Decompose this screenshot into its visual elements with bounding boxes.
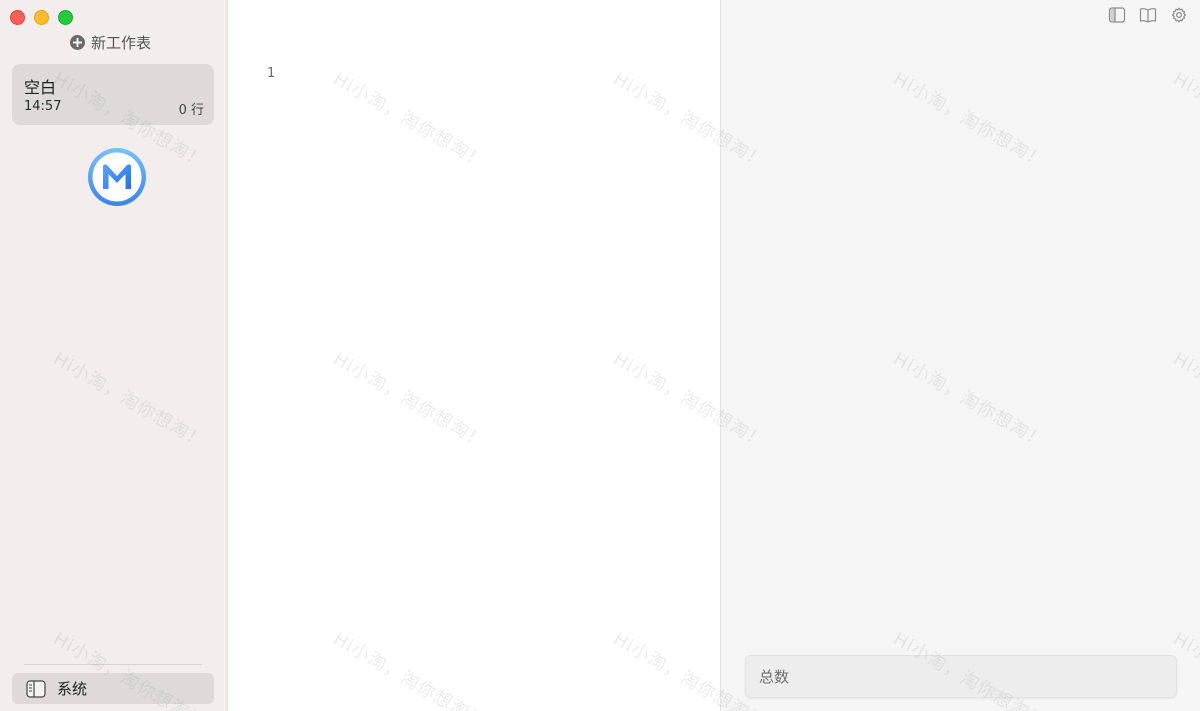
line-number: 1 <box>267 66 276 81</box>
sheet-time: 14:57 <box>24 99 62 114</box>
sidebar-item-label: 系统 <box>57 680 88 698</box>
new-sheet-label: 新工作表 <box>91 33 152 52</box>
open-book-icon[interactable] <box>1139 7 1157 23</box>
sheet-row-count: 0 行 <box>178 103 204 118</box>
results-pane: 总数 <box>721 0 1200 711</box>
sidebar-icon[interactable] <box>1108 7 1126 23</box>
minimize-window-button[interactable] <box>34 10 49 25</box>
close-window-button[interactable] <box>10 10 25 25</box>
plus-circle-icon <box>70 34 85 50</box>
editor-pane[interactable]: 1 <box>228 0 721 711</box>
sheet-title: 空白 <box>24 78 57 97</box>
sidebar: 新工作表 空白 14:57 0 行 系统 <box>0 0 228 711</box>
total-label: 总数 <box>759 668 790 686</box>
book-icon <box>26 679 46 698</box>
sheet-list-item[interactable]: 空白 14:57 0 行 <box>12 64 214 125</box>
m-logo-icon <box>86 146 148 208</box>
new-sheet-button[interactable]: 新工作表 <box>70 31 151 53</box>
zoom-window-button[interactable] <box>58 10 73 25</box>
gear-icon[interactable] <box>1170 7 1188 23</box>
app-window: 新工作表 空白 14:57 0 行 系统 1 总数 <box>0 0 1200 711</box>
total-summary: 总数 <box>745 655 1177 698</box>
sidebar-divider <box>24 664 202 665</box>
sidebar-item-system[interactable]: 系统 <box>12 673 214 704</box>
